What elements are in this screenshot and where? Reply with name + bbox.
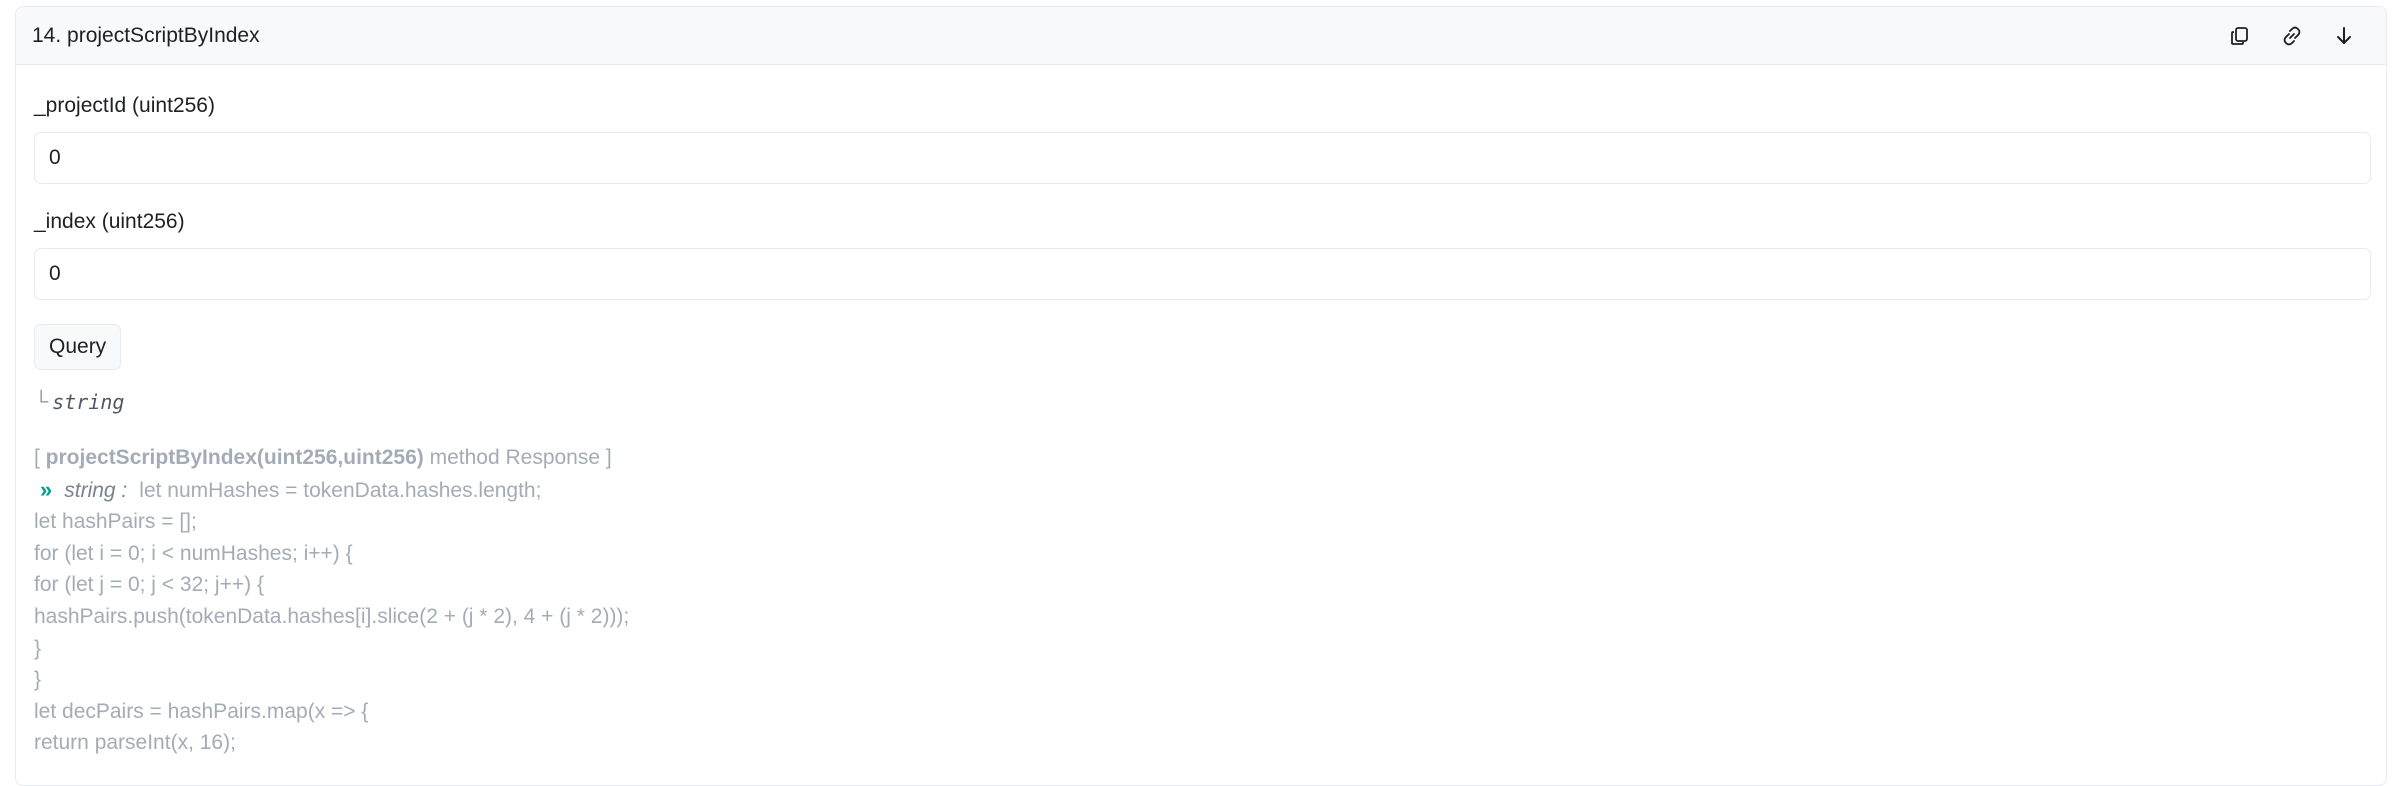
header-actions xyxy=(2214,16,2370,56)
method-card: 14. projectScriptByIndex _projectId (uin… xyxy=(15,6,2387,786)
response-code-line: let numHashes = tokenData.hashes.length; xyxy=(139,478,542,502)
response-line: » string : let numHashes = tokenData.hashe… xyxy=(34,474,2368,507)
method-body: _projectId (uint256) _index (uint256) Qu… xyxy=(16,94,2386,759)
response-open-bracket: [ xyxy=(34,446,46,469)
index-label: _index (uint256) xyxy=(34,210,185,233)
corner-icon: └ xyxy=(34,390,49,413)
query-button[interactable]: Query xyxy=(34,324,122,370)
method-header[interactable]: 14. projectScriptByIndex xyxy=(16,7,2386,65)
copy-button[interactable] xyxy=(2214,16,2266,56)
response-code-line: let hashPairs = []; xyxy=(34,510,197,534)
response-signature: projectScriptByIndex(uint256,uint256) xyxy=(45,446,424,469)
projectid-label: _projectId (uint256) xyxy=(34,94,215,117)
response-suffix: method Response ] xyxy=(423,446,612,469)
link-button[interactable] xyxy=(2266,16,2318,56)
method-response: [ projectScriptByIndex(uint256,uint256) … xyxy=(34,442,2368,759)
link-icon xyxy=(2283,26,2301,45)
return-type-label: string xyxy=(52,390,125,414)
response-code-line: let decPairs = hashPairs.map(x => { xyxy=(34,699,369,723)
response-code-line: for (let i = 0; i < numHashes; i++) { xyxy=(34,541,353,565)
copy-icon xyxy=(2231,26,2248,45)
response-code-line: hashPairs.push(tokenData.hashes[i].slice… xyxy=(34,604,630,628)
chevron-right-icon: » xyxy=(40,476,53,502)
response-code-line: return parseInt(x, 16); xyxy=(34,731,236,755)
response-code-line: } xyxy=(34,668,42,692)
expand-button[interactable] xyxy=(2318,16,2370,56)
arrow-down-icon xyxy=(2337,26,2351,44)
method-title: 14. projectScriptByIndex xyxy=(32,23,260,47)
index-input[interactable] xyxy=(34,248,2371,300)
response-code-line: for (let j = 0; j < 32; j++) { xyxy=(34,573,264,597)
projectid-input[interactable] xyxy=(34,132,2371,184)
return-type: └ string xyxy=(34,390,2368,414)
response-code-line: } xyxy=(34,636,42,660)
response-heading: [ projectScriptByIndex(uint256,uint256) … xyxy=(34,442,2368,474)
response-value-type: string : xyxy=(64,478,128,502)
